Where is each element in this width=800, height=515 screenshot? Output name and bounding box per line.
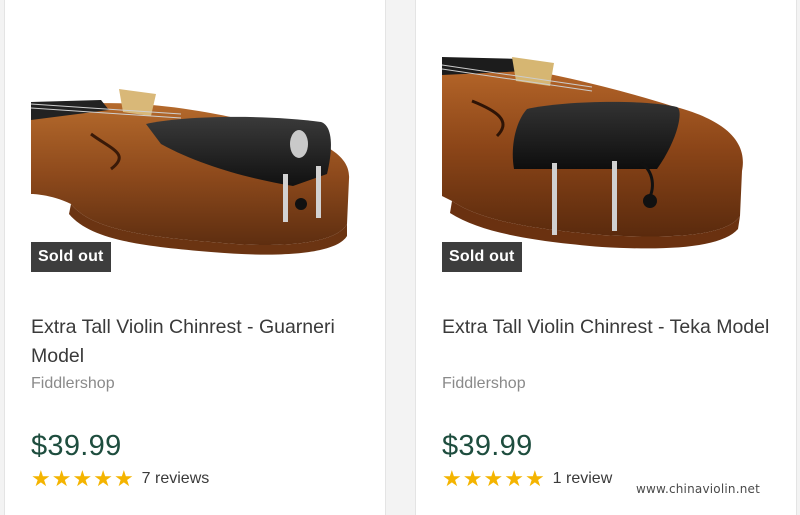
star-rating: ★ ★ ★ ★ ★ [31, 468, 135, 490]
product-price: $39.99 [442, 430, 533, 462]
review-count[interactable]: 7 reviews [142, 470, 210, 488]
star-icon: ★ [113, 466, 134, 491]
review-count[interactable]: 1 review [553, 470, 613, 488]
violin-chinrest-teka-image [442, 57, 743, 249]
star-icon: ★ [93, 466, 113, 491]
star-icon: ★ [442, 466, 462, 491]
star-icon: ★ [524, 466, 545, 491]
product-vendor: Fiddlershop [31, 375, 115, 392]
product-rating[interactable]: ★ ★ ★ ★ ★ 7 reviews [31, 468, 209, 490]
product-grid: Sold out Extra Tall Violin Chinrest - Gu… [0, 0, 800, 515]
star-icon: ★ [462, 466, 483, 491]
product-card[interactable]: Sold out Extra Tall Violin Chinrest - Gu… [4, 0, 386, 515]
star-icon: ★ [51, 466, 72, 491]
star-icon: ★ [483, 466, 504, 491]
star-icon: ★ [31, 466, 51, 491]
sold-out-badge: Sold out [31, 242, 111, 272]
product-image[interactable] [31, 54, 361, 269]
product-card[interactable]: Sold out Extra Tall Violin Chinrest - Te… [415, 0, 797, 515]
product-rating[interactable]: ★ ★ ★ ★ ★ 1 review [442, 468, 612, 490]
product-price: $39.99 [31, 430, 122, 462]
watermark-text: www.chinaviolin.net [636, 482, 761, 496]
product-title[interactable]: Extra Tall Violin Chinrest - Guarneri Mo… [31, 313, 371, 371]
product-vendor: Fiddlershop [442, 375, 526, 392]
star-icon: ★ [504, 466, 524, 491]
product-title[interactable]: Extra Tall Violin Chinrest - Teka Model [442, 313, 782, 342]
violin-chinrest-guarneri-image [31, 89, 350, 255]
product-image[interactable] [442, 51, 772, 266]
star-icon: ★ [72, 466, 93, 491]
sold-out-badge: Sold out [442, 242, 522, 272]
star-rating: ★ ★ ★ ★ ★ [442, 468, 546, 490]
